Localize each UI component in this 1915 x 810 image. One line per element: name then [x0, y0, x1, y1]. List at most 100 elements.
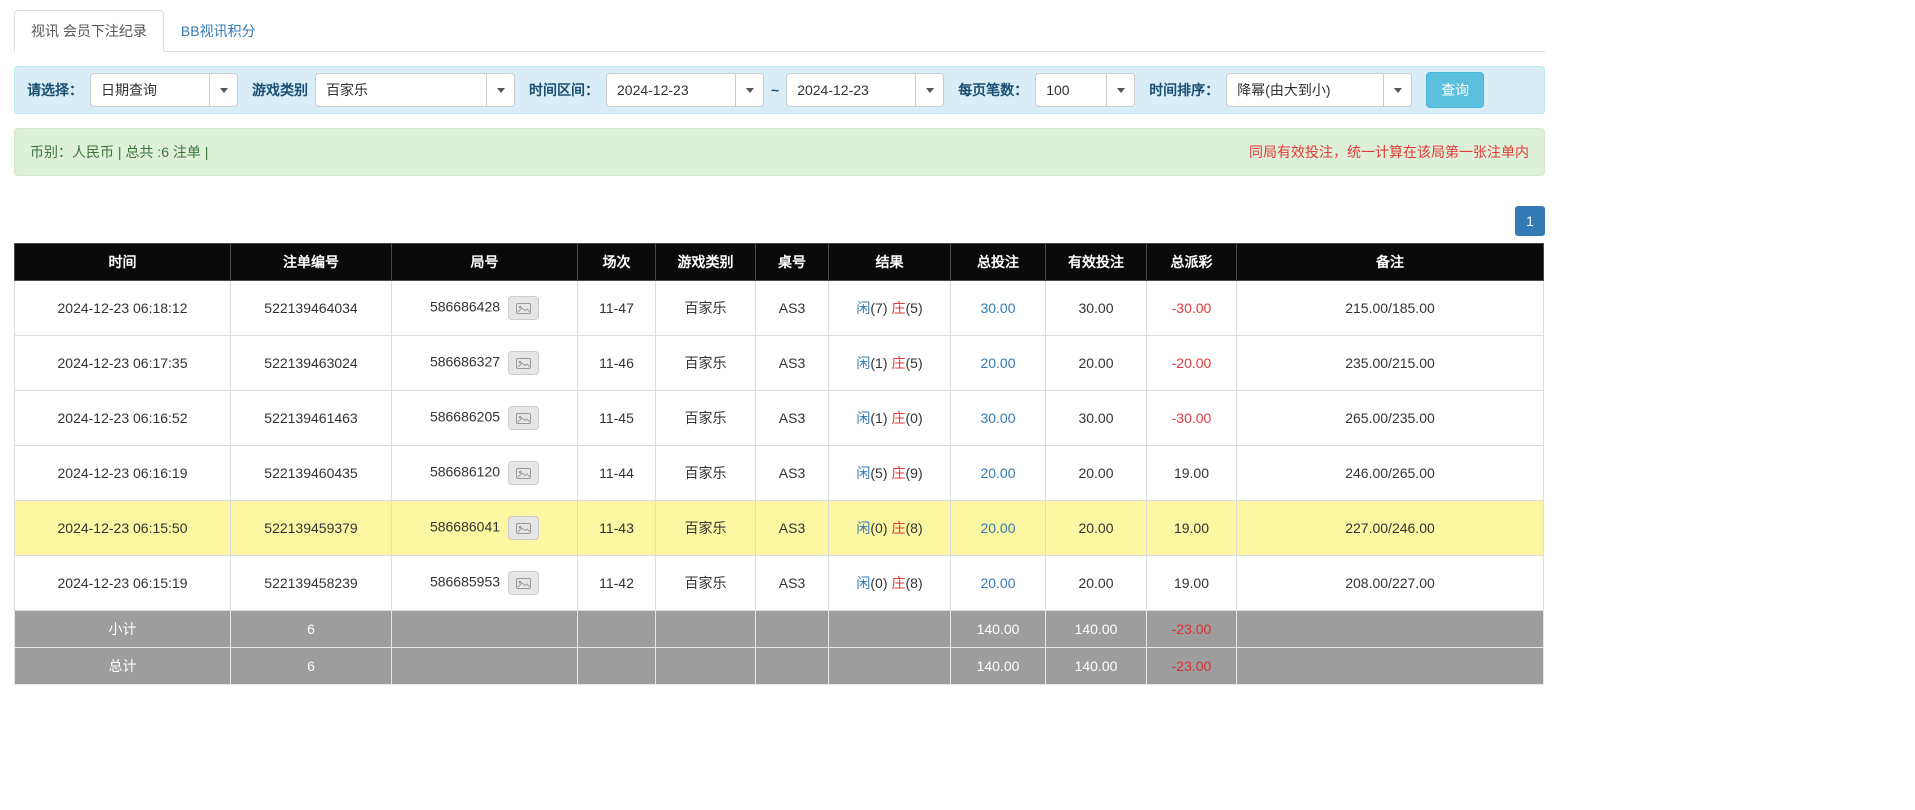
- video-replay-button[interactable]: [508, 516, 539, 540]
- round-number: 586686428: [430, 299, 500, 315]
- date-from-caret-button[interactable]: [735, 74, 763, 106]
- per-page-value: 100: [1036, 74, 1106, 106]
- time-sort-label: 时间排序：: [1149, 80, 1219, 100]
- time-sort-dropdown[interactable]: 降幂(由大到小): [1226, 73, 1412, 107]
- table-row: 2024-12-23 06:16:19 522139460435 5866861…: [15, 446, 1544, 501]
- pagination: 1: [14, 206, 1545, 236]
- col-header-time: 时间: [15, 244, 231, 281]
- game-type-dropdown[interactable]: 百家乐: [315, 73, 515, 107]
- round-number: 586686205: [430, 409, 500, 425]
- chevron-down-icon: [746, 88, 754, 93]
- col-header-payout: 总派彩: [1147, 244, 1237, 281]
- time-sort-value: 降幂(由大到小): [1227, 74, 1383, 106]
- date-to-caret-button[interactable]: [915, 74, 943, 106]
- col-header-session: 场次: [578, 244, 656, 281]
- filter-group-sort: 时间排序： 降幂(由大到小): [1149, 73, 1412, 107]
- cell-table-no: AS3: [756, 556, 829, 611]
- cell-total-bet-link[interactable]: 30.00: [951, 391, 1046, 446]
- cell-table-no: AS3: [756, 281, 829, 336]
- cell-valid-bet: 30.00: [1046, 391, 1147, 446]
- result-banker-score: (5): [906, 300, 923, 316]
- page-1-button[interactable]: 1: [1515, 206, 1545, 236]
- cell-valid-bet: 20.00: [1046, 336, 1147, 391]
- cell-session: 11-46: [578, 336, 656, 391]
- cell-total-bet-link[interactable]: 30.00: [951, 281, 1046, 336]
- video-replay-button[interactable]: [508, 351, 539, 375]
- cell-total-bet-link[interactable]: 20.00: [951, 446, 1046, 501]
- cell-total-bet-link[interactable]: 20.00: [951, 501, 1046, 556]
- filter-group-date-range: 时间区间： 2024-12-23 ~ 2024-12-23: [529, 73, 944, 107]
- cell-remark: 235.00/215.00: [1237, 336, 1544, 391]
- video-icon: [516, 302, 531, 315]
- table-header: 时间 注单编号 局号 场次 游戏类别 桌号 结果 总投注 有效投注 总派彩 备注: [15, 244, 1544, 281]
- per-page-caret-button[interactable]: [1106, 74, 1134, 106]
- cell-empty: [578, 648, 656, 685]
- grand-total-count: 6: [231, 648, 392, 685]
- round-number: 586686041: [430, 519, 500, 535]
- filter-group-game: 游戏类别 百家乐: [252, 73, 515, 107]
- tab-bb-video-points[interactable]: BB视讯积分: [164, 10, 273, 52]
- result-banker-score: (0): [906, 410, 923, 426]
- cell-payout: -20.00: [1147, 336, 1237, 391]
- cell-time: 2024-12-23 06:16:52: [15, 391, 231, 446]
- col-header-game-type: 游戏类别: [656, 244, 756, 281]
- grand-total-total-bet: 140.00: [951, 648, 1046, 685]
- result-banker-score: (9): [906, 465, 923, 481]
- query-button[interactable]: 查询: [1426, 72, 1484, 108]
- date-to-dropdown[interactable]: 2024-12-23: [786, 73, 944, 107]
- grand-total-valid-bet: 140.00: [1046, 648, 1147, 685]
- cell-bet-id: 522139459379: [231, 501, 392, 556]
- query-type-caret-button[interactable]: [209, 74, 237, 106]
- cell-valid-bet: 30.00: [1046, 281, 1147, 336]
- subtotal-payout: -23.00: [1147, 611, 1237, 648]
- cell-remark: 208.00/227.00: [1237, 556, 1544, 611]
- date-from-value: 2024-12-23: [607, 74, 735, 106]
- cell-valid-bet: 20.00: [1046, 446, 1147, 501]
- cell-time: 2024-12-23 06:15:50: [15, 501, 231, 556]
- betting-records-table: 时间 注单编号 局号 场次 游戏类别 桌号 结果 总投注 有效投注 总派彩 备注…: [14, 243, 1544, 685]
- cell-valid-bet: 20.00: [1046, 556, 1147, 611]
- cell-empty: [756, 648, 829, 685]
- cell-round: 586686327: [392, 336, 578, 391]
- video-replay-button[interactable]: [508, 296, 539, 320]
- video-replay-button[interactable]: [508, 571, 539, 595]
- video-replay-button[interactable]: [508, 406, 539, 430]
- time-sort-caret-button[interactable]: [1383, 74, 1411, 106]
- cell-game-type: 百家乐: [656, 501, 756, 556]
- header-row: 时间 注单编号 局号 场次 游戏类别 桌号 结果 总投注 有效投注 总派彩 备注: [15, 244, 1544, 281]
- cell-remark: 265.00/235.00: [1237, 391, 1544, 446]
- cell-result: 闲(7)庄(5): [829, 281, 951, 336]
- game-type-caret-button[interactable]: [486, 74, 514, 106]
- query-type-dropdown[interactable]: 日期查询: [90, 73, 238, 107]
- result-banker-score: (8): [906, 520, 923, 536]
- cell-empty: [1237, 611, 1544, 648]
- cell-empty: [656, 611, 756, 648]
- tab-betting-records[interactable]: 视讯 会员下注纪录: [14, 10, 164, 52]
- video-replay-button[interactable]: [508, 461, 539, 485]
- cell-bet-id: 522139463024: [231, 336, 392, 391]
- grand-total-label: 总计: [15, 648, 231, 685]
- video-icon: [516, 357, 531, 370]
- filter-group-select: 请选择： 日期查询: [27, 73, 238, 107]
- date-from-dropdown[interactable]: 2024-12-23: [606, 73, 764, 107]
- filter-group-per-page: 每页笔数： 100: [958, 73, 1135, 107]
- col-header-bet-id: 注单编号: [231, 244, 392, 281]
- cell-remark: 215.00/185.00: [1237, 281, 1544, 336]
- date-to-value: 2024-12-23: [787, 74, 915, 106]
- per-page-dropdown[interactable]: 100: [1035, 73, 1135, 107]
- result-player: 闲: [856, 410, 870, 426]
- cell-remark: 246.00/265.00: [1237, 446, 1544, 501]
- cell-empty: [392, 611, 578, 648]
- chevron-down-icon: [1394, 88, 1402, 93]
- table-body: 2024-12-23 06:18:12 522139464034 5866864…: [15, 281, 1544, 611]
- cell-empty: [578, 611, 656, 648]
- cell-total-bet-link[interactable]: 20.00: [951, 336, 1046, 391]
- col-header-table-no: 桌号: [756, 244, 829, 281]
- cell-total-bet-link[interactable]: 20.00: [951, 556, 1046, 611]
- cell-session: 11-43: [578, 501, 656, 556]
- result-banker: 庄: [892, 465, 906, 481]
- result-player: 闲: [856, 465, 870, 481]
- video-icon: [516, 522, 531, 535]
- cell-result: 闲(0)庄(8): [829, 556, 951, 611]
- cell-time: 2024-12-23 06:15:19: [15, 556, 231, 611]
